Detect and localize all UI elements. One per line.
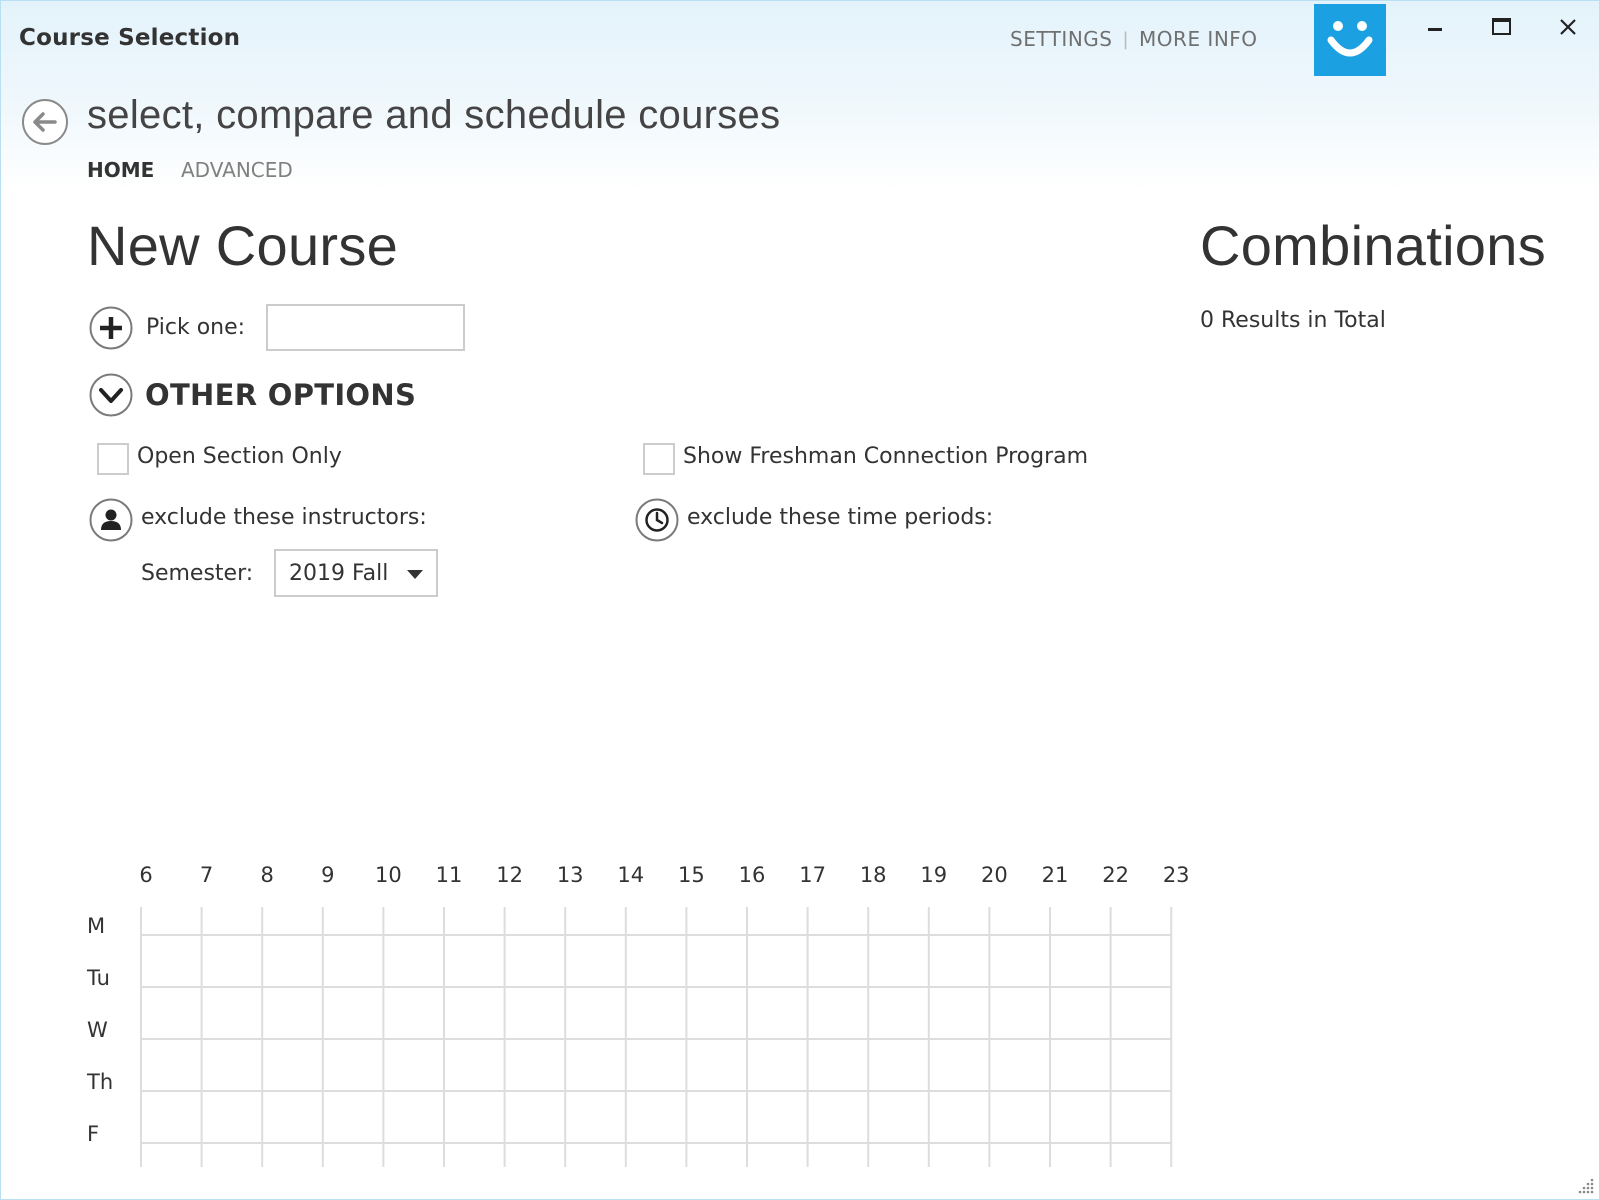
day-label: W [87,1018,108,1042]
hour-label: 9 [321,863,335,887]
close-icon [1558,17,1578,41]
settings-link[interactable]: SETTINGS [1010,27,1112,51]
hour-label: 15 [678,863,705,887]
tab-home[interactable]: HOME [87,158,154,182]
hour-label: 16 [738,863,766,887]
pick-one-label: Pick one: [146,315,246,340]
chevron-down-icon [89,373,133,421]
exclude-times-button[interactable] [635,498,679,542]
open-section-checkbox[interactable] [97,443,129,475]
app-window: Course Selection SETTINGS | MORE INFO se… [0,0,1600,1200]
day-label: Th [87,1070,114,1094]
other-options-toggle[interactable] [89,373,133,417]
hour-label: 23 [1162,863,1190,887]
hour-label: 13 [556,863,584,887]
link-separator: | [1122,28,1130,50]
day-label: M [87,914,106,938]
hour-label: 20 [981,863,1008,887]
course-input[interactable] [266,304,465,351]
hour-label: 6 [139,863,153,887]
hour-label: 17 [799,863,826,887]
hour-label: 7 [199,863,214,887]
minimize-icon [1425,17,1445,41]
close-button[interactable] [1542,9,1594,49]
dropdown-caret-icon [407,570,423,579]
back-button[interactable] [21,98,69,146]
day-label: Tu [87,966,110,990]
hour-label: 21 [1041,863,1069,887]
new-course-heading: New Course [87,214,399,277]
hour-label: 12 [496,863,523,887]
semester-select[interactable]: 2019 Fall [274,549,438,597]
back-arrow-icon [21,99,69,150]
hour-label: 8 [260,863,274,887]
results-count: 0 Results in Total [1200,308,1386,333]
minimize-button[interactable] [1409,9,1461,49]
resize-grip-icon[interactable] [1577,1177,1595,1195]
day-label: F [87,1122,100,1146]
plus-icon [89,306,133,354]
tab-advanced[interactable]: ADVANCED [181,158,293,182]
app-title: Course Selection [19,25,241,51]
exclude-instructors-label: exclude these instructors: [141,505,427,530]
hour-label: 18 [859,863,887,887]
freshman-connection-checkbox[interactable] [643,443,675,475]
other-options-label: OTHER OPTIONS [145,378,417,412]
hour-label: 22 [1102,863,1129,887]
exclude-instructors-button[interactable] [89,498,133,542]
clock-icon [635,498,679,546]
exclude-times-label: exclude these time periods: [687,505,994,530]
hour-label: 11 [435,863,463,887]
hour-label: 10 [375,863,402,887]
more-info-link[interactable]: MORE INFO [1139,27,1258,51]
semester-label: Semester: [141,561,254,586]
combinations-heading: Combinations [1200,214,1546,277]
hour-label: 19 [920,863,948,887]
page-subtitle: select, compare and schedule courses [87,93,781,137]
smiley-logo-icon [1314,4,1386,76]
semester-value: 2019 Fall [289,561,389,586]
hour-label: 14 [617,863,645,887]
person-icon [89,498,133,546]
add-course-button[interactable] [89,306,133,350]
top-links: SETTINGS | MORE INFO [1010,27,1258,51]
maximize-icon [1491,16,1513,42]
open-section-label: Open Section Only [137,444,342,469]
maximize-button[interactable] [1476,9,1528,49]
freshman-connection-label: Show Freshman Connection Program [683,444,1089,469]
